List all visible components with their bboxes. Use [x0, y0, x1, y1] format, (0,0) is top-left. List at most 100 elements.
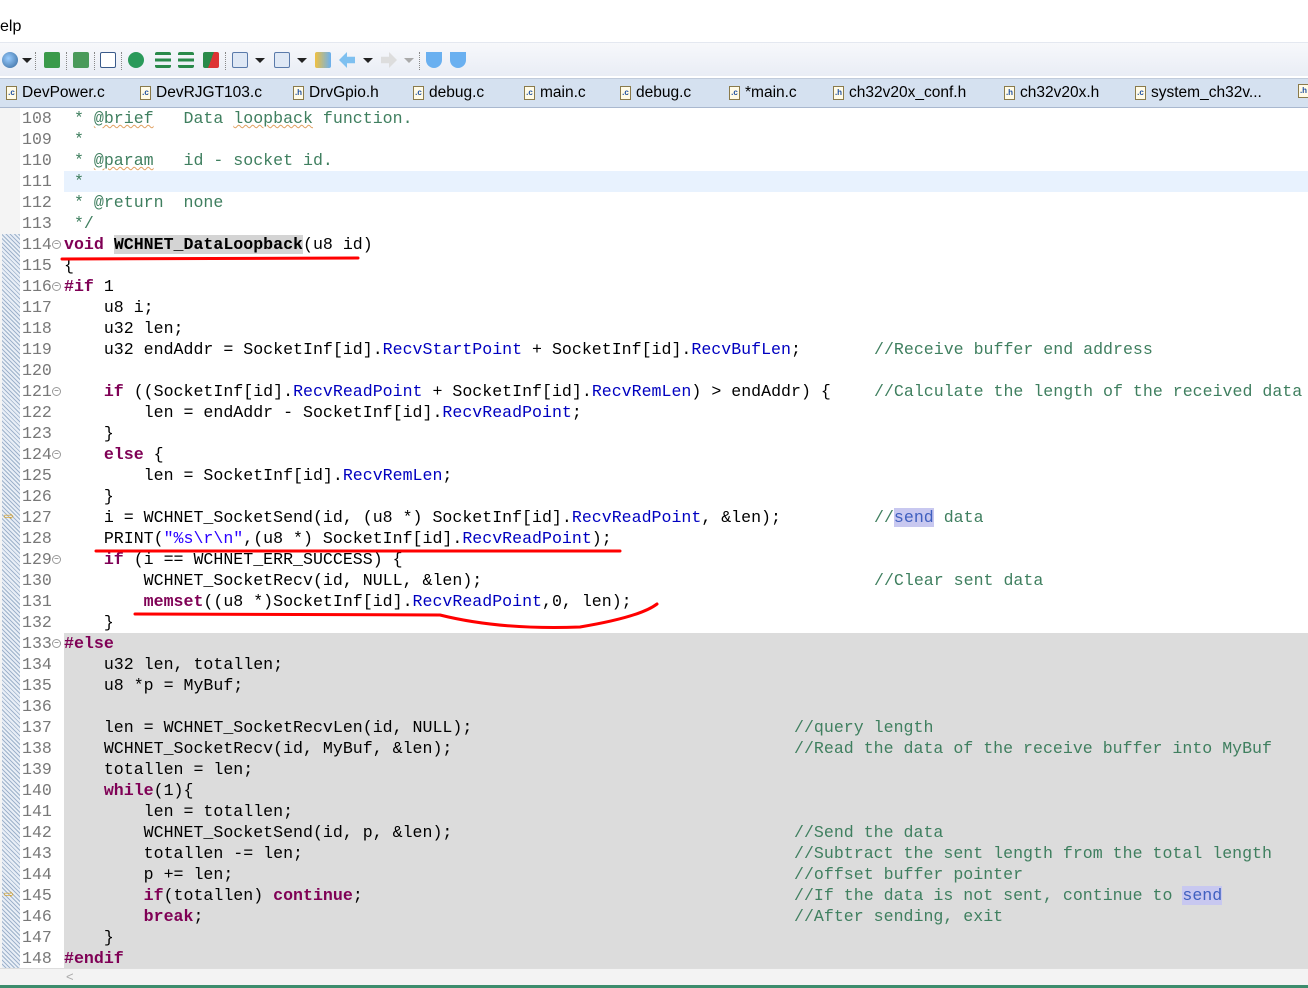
search-icon[interactable]	[2, 52, 18, 68]
tab-devrjgt103-c[interactable]: .c DevRJGT103.c	[140, 84, 262, 102]
code-line[interactable]: 110 * @param id - socket id.	[0, 150, 1308, 171]
code-line[interactable]: 117 u8 i;	[0, 297, 1308, 318]
code-line[interactable]: 126 }	[0, 486, 1308, 507]
console-icon[interactable]	[100, 52, 116, 68]
code-line[interactable]: 140 while(1){	[0, 780, 1308, 801]
line-number: 125	[22, 466, 52, 485]
scroll-left-icon[interactable]: <	[66, 969, 74, 984]
chevron-down-icon[interactable]	[22, 58, 32, 63]
tab-system-ch32v-[interactable]: .c system_ch32v...	[1135, 84, 1262, 102]
toggle-comment-icon[interactable]	[203, 52, 219, 68]
tab-debug-c[interactable]: .c debug.c	[620, 84, 691, 102]
code-token: (totallen)	[163, 886, 274, 905]
next-edit-icon[interactable]	[450, 52, 466, 68]
code-line[interactable]: 148 #endif	[0, 948, 1308, 969]
help-file-icon[interactable]	[73, 52, 89, 68]
code-line[interactable]: 130 WCHNET_SocketRecv(id, NULL, &len); //…	[0, 570, 1308, 591]
code-line[interactable]: 121− if ((SocketInf[id].RecvReadPoint + …	[0, 381, 1308, 402]
code-line[interactable]: 143 totallen -= len; //Subtract the sent …	[0, 843, 1308, 864]
code-line[interactable]: 138 WCHNET_SocketRecv(id, MyBuf, &len); /…	[0, 738, 1308, 759]
code-comment: //offset buffer pointer	[794, 864, 1023, 885]
menu-help[interactable]: elp	[0, 18, 21, 36]
code-line[interactable]: 122 len = endAddr - SocketInf[id].RecvRe…	[0, 402, 1308, 423]
c-file-icon: .c	[729, 86, 740, 100]
next-annotation-icon[interactable]	[232, 52, 248, 68]
outdent-icon[interactable]	[178, 52, 194, 68]
code-line[interactable]: 131 memset((u8 *)SocketInf[id].RecvReadP…	[0, 591, 1308, 612]
code-line[interactable]: 134 u32 len, totallen;	[0, 654, 1308, 675]
code-line[interactable]: 108 * @brief Data loopback function.	[0, 108, 1308, 129]
line-number: 120	[22, 361, 52, 380]
code-line[interactable]: 146 break; //After sending, exit	[0, 906, 1308, 927]
code-line[interactable]: 111 *	[0, 171, 1308, 192]
code-line[interactable]: 142 WCHNET_SocketSend(id, p, &len); //Sen…	[0, 822, 1308, 843]
code-line[interactable]: 123 }	[0, 423, 1308, 444]
tab-ch32v20x-conf-h[interactable]: .h ch32v20x_conf.h	[833, 84, 966, 102]
fold-toggle-icon[interactable]: −	[52, 282, 61, 291]
tab-main-c[interactable]: .c main.c	[524, 84, 586, 102]
fold-toggle-icon[interactable]: −	[52, 555, 61, 564]
code-line[interactable]: 112 * @return none	[0, 192, 1308, 213]
last-edit-icon[interactable]	[315, 52, 331, 68]
tab-debug-c[interactable]: .c debug.c	[413, 84, 484, 102]
code-token: WCHNET_SocketSend(id, p, &len);	[64, 823, 453, 842]
tab-drvgpio-h[interactable]: .h DrvGpio.h	[293, 84, 379, 102]
code-line[interactable]: 124− else {	[0, 444, 1308, 465]
code-line[interactable]: 135 u8 *p = MyBuf;	[0, 675, 1308, 696]
fold-toggle-icon[interactable]: −	[52, 639, 61, 648]
code-line[interactable]: 147 }	[0, 927, 1308, 948]
code-line[interactable]: 109 *	[0, 129, 1308, 150]
chevron-down-icon[interactable]	[404, 58, 414, 63]
code-line[interactable]: 115 {	[0, 255, 1308, 276]
chevron-down-icon[interactable]	[297, 58, 307, 63]
horizontal-scrollbar[interactable]: <	[0, 968, 1308, 985]
code-line[interactable]: 129− if (i == WCHNET_ERR_SUCCESS) {	[0, 549, 1308, 570]
code-token: }	[64, 487, 114, 506]
new-ld-icon[interactable]	[44, 52, 60, 68]
forward-icon[interactable]	[381, 52, 397, 68]
prev-annotation-icon[interactable]	[274, 52, 290, 68]
code-line[interactable]: 120	[0, 360, 1308, 381]
code-token: break	[143, 907, 194, 926]
chevron-down-icon[interactable]	[255, 58, 265, 63]
fold-toggle-icon[interactable]: −	[52, 450, 61, 459]
code-line[interactable]: 141 len = totallen;	[0, 801, 1308, 822]
code-editor[interactable]: 108 * @brief Data loopback function. 109 …	[0, 108, 1308, 969]
code-line[interactable]: 136	[0, 696, 1308, 717]
code-line[interactable]: 125 len = SocketInf[id].RecvRemLen;	[0, 465, 1308, 486]
code-line[interactable]: 114− void WCHNET_DataLoopback(u8 id)	[0, 234, 1308, 255]
code-line[interactable]: 113 */	[0, 213, 1308, 234]
code-line[interactable]: 116− #if 1	[0, 276, 1308, 297]
code-line[interactable]: 128 PRINT("%s\r\n",(u8 *) SocketInf[id].…	[0, 528, 1308, 549]
tab-devpower-c[interactable]: .c DevPower.c	[6, 84, 105, 102]
prev-edit-icon[interactable]	[426, 52, 442, 68]
code-line[interactable]: 139 totallen = len;	[0, 759, 1308, 780]
code-line[interactable]: ⇨ 127 i = WCHNET_SocketSend(id, (u8 *) So…	[0, 507, 1308, 528]
tab-more[interactable]: .h	[1298, 84, 1308, 98]
code-line[interactable]: 137 len = WCHNET_SocketRecvLen(id, NULL)…	[0, 717, 1308, 738]
code-line[interactable]: ⇨ 145 if(totallen) continue; //If the data…	[0, 885, 1308, 906]
code-line[interactable]: 119 u32 endAddr = SocketInf[id].RecvStar…	[0, 339, 1308, 360]
code-line[interactable]: 133− #else	[0, 633, 1308, 654]
code-line[interactable]: 132 }	[0, 612, 1308, 633]
code-text: len = WCHNET_SocketRecvLen(id, NULL); //q…	[64, 717, 1308, 738]
fold-toggle-icon[interactable]: −	[52, 387, 61, 396]
chevron-down-icon[interactable]	[363, 58, 373, 63]
line-number: 132	[22, 613, 52, 632]
indent-icon[interactable]	[155, 52, 171, 68]
c-file-icon: .c	[1135, 86, 1146, 100]
editor-tabs: .c DevPower.c .c DevRJGT103.c .h DrvGpio.h .c d…	[0, 78, 1308, 108]
fold-toggle-icon[interactable]: −	[52, 240, 61, 249]
code-token: @param	[93, 151, 154, 170]
back-icon[interactable]	[339, 52, 355, 68]
code-text: totallen = len;	[64, 759, 1308, 780]
code-line[interactable]: 118 u32 len;	[0, 318, 1308, 339]
code-comment: //If the data is not sent, continue to s…	[794, 885, 1223, 906]
code-token: ;	[442, 466, 453, 485]
tab-ch32v20x-h[interactable]: .h ch32v20x.h	[1004, 84, 1099, 102]
tab--main-c[interactable]: .c *main.c	[729, 84, 797, 102]
code-text: #endif	[64, 948, 1308, 969]
toolbar-separator	[225, 52, 226, 70]
debug-refresh-icon[interactable]	[128, 52, 144, 68]
code-line[interactable]: 144 p += len; //offset buffer pointer	[0, 864, 1308, 885]
